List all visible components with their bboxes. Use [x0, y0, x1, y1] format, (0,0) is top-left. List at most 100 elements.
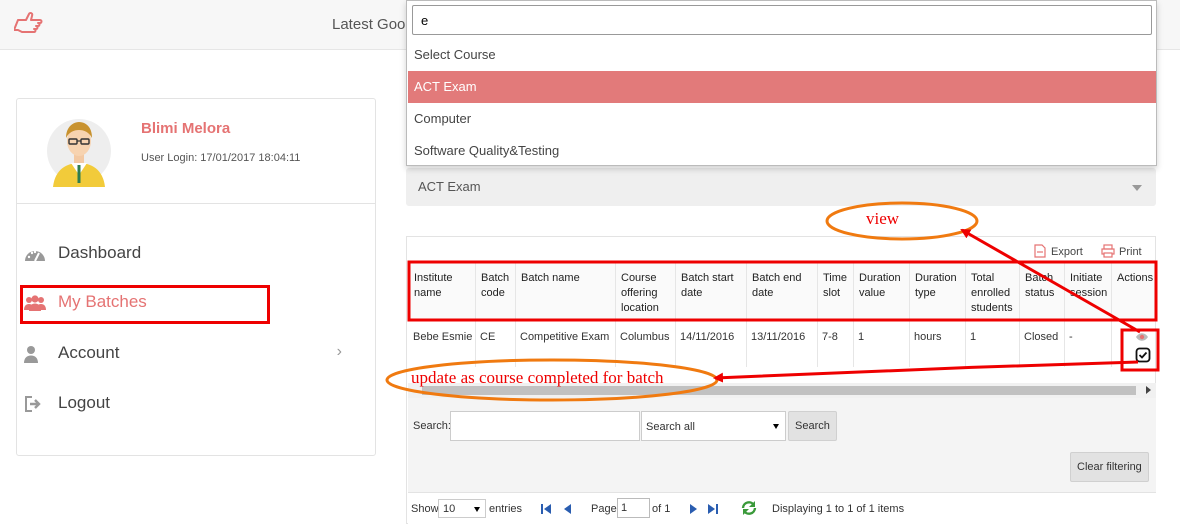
caret-down-icon [474, 507, 480, 512]
clear-filtering-button[interactable]: Clear filtering [1070, 452, 1149, 482]
col-header[interactable]: Duration type [915, 271, 957, 301]
column-divider [853, 261, 854, 367]
page-number-input[interactable]: 1 [617, 498, 650, 518]
cell-time-slot: 7-8 [822, 331, 838, 343]
dropdown-option[interactable]: Computer [408, 103, 1156, 135]
col-header[interactable]: Time slot [823, 271, 847, 301]
cell-institute-name: Bebe Esmie [413, 331, 473, 343]
cell-batch-status: Closed [1024, 331, 1059, 343]
column-divider [615, 261, 616, 367]
filter-area: Search: Search all Search Clear filterin… [408, 398, 1156, 492]
column-divider [675, 261, 676, 367]
export-button[interactable]: Export [1033, 244, 1083, 258]
caret-down-icon [1132, 185, 1142, 191]
search-scope-value: Search all [646, 421, 695, 433]
col-header[interactable]: Batch name [521, 271, 580, 286]
pointing-hand-icon[interactable] [14, 10, 44, 38]
export-label: Export [1051, 246, 1083, 258]
user-icon [24, 346, 38, 363]
column-divider [817, 261, 818, 367]
sidebar-item-label: Dashboard [58, 243, 142, 262]
previous-page-icon[interactable] [563, 503, 573, 515]
export-icon [1034, 244, 1046, 258]
column-divider [1019, 261, 1020, 367]
page-label: Page [591, 503, 617, 515]
print-button[interactable]: Print [1101, 244, 1142, 258]
display-summary: Displaying 1 to 1 of 1 items [772, 503, 905, 515]
column-divider [475, 261, 476, 367]
col-header[interactable]: Batch code [481, 271, 509, 301]
print-label: Print [1119, 246, 1142, 258]
dropdown-search-input[interactable] [412, 5, 1152, 35]
print-icon [1101, 244, 1115, 258]
cell-end-date: 13/11/2016 [751, 331, 806, 343]
check-complete-icon[interactable] [1135, 347, 1151, 363]
course-select[interactable]: ACT Exam [406, 168, 1156, 206]
cell-duration-type: hours [914, 331, 942, 343]
avatar [47, 119, 111, 187]
sidebar-item-label: Account [58, 343, 120, 362]
page-count: of 1 [652, 503, 671, 515]
last-page-icon[interactable] [707, 503, 719, 515]
show-label: Show [411, 503, 439, 515]
scrollbar-thumb[interactable] [422, 386, 1136, 395]
entries-label: entries [489, 503, 523, 515]
dropdown-option[interactable]: Select Course [408, 39, 1156, 71]
column-divider [1064, 261, 1065, 367]
dropdown-option-highlighted[interactable]: ACT Exam [408, 71, 1156, 103]
scroll-right-arrow[interactable] [1146, 386, 1151, 394]
column-divider [515, 261, 516, 367]
batch-grid: Export Print Institute name Batch code Bat… [406, 236, 1156, 524]
dashboard-icon [25, 250, 45, 262]
col-header[interactable]: Actions [1117, 271, 1153, 286]
sidebar-item-logout[interactable]: Logout [22, 389, 342, 419]
table-header: Institute name Batch code Batch name Cours… [408, 261, 1156, 321]
col-header[interactable]: Batch start date [681, 271, 734, 301]
caret-down-icon [773, 424, 779, 429]
cell-start-date: 14/11/2016 [680, 331, 735, 343]
page-size-select[interactable]: 10 [438, 499, 486, 518]
column-divider [909, 261, 910, 367]
pager: Show 10 entries Page 1 of 1 Displaying 1… [408, 492, 1156, 524]
horizontal-scrollbar[interactable] [408, 383, 1156, 398]
eye-icon[interactable] [1135, 332, 1149, 342]
divider [17, 203, 375, 204]
column-divider [1111, 261, 1112, 367]
cell-batch-name: Competitive Exam [520, 331, 610, 343]
logout-icon [25, 396, 41, 412]
refresh-icon[interactable] [740, 500, 758, 516]
news-ticker: Latest Goog [332, 16, 414, 33]
next-page-icon[interactable] [688, 503, 698, 515]
col-header[interactable]: Batch status [1025, 271, 1054, 301]
cell-batch-code: CE [480, 331, 496, 343]
user-name: Blimi Melora [141, 120, 231, 137]
dropdown-option[interactable]: Software Quality&Testing [408, 135, 1156, 167]
login-time: User Login: 17/01/2017 18:04:11 [141, 152, 301, 164]
page-size-value: 10 [443, 503, 456, 515]
search-input[interactable] [450, 411, 640, 441]
cell-initiate-session: - [1069, 331, 1073, 343]
col-header[interactable]: Total enrolled students [971, 271, 1013, 316]
cell-course-location: Columbus [620, 331, 670, 343]
search-button[interactable]: Search [788, 411, 837, 441]
col-header[interactable]: Batch end date [752, 271, 802, 301]
search-label: Search: [413, 420, 451, 432]
col-header[interactable]: Initiate session [1070, 271, 1107, 301]
annotation-ellipse-view [825, 201, 979, 241]
course-select-value: ACT Exam [418, 179, 481, 194]
col-header[interactable]: Institute name [414, 271, 453, 301]
sidebar-item-label: Logout [58, 393, 110, 412]
column-divider [746, 261, 747, 367]
annotation-box-my-batches [20, 285, 270, 324]
sidebar-item-account[interactable]: Account › [22, 339, 342, 369]
search-scope-select[interactable]: Search all [641, 411, 786, 441]
sidebar-item-dashboard[interactable]: Dashboard [22, 239, 342, 269]
col-header[interactable]: Course offering location [621, 271, 659, 316]
course-dropdown: Select Course ACT Exam Computer Software… [406, 0, 1157, 166]
cell-enrolled: 1 [970, 331, 977, 343]
chevron-right-icon: › [336, 343, 342, 360]
cell-duration-value: 1 [858, 331, 865, 343]
col-header[interactable]: Duration value [859, 271, 901, 301]
annotation-view-label: view [866, 209, 900, 228]
first-page-icon[interactable] [540, 503, 552, 515]
